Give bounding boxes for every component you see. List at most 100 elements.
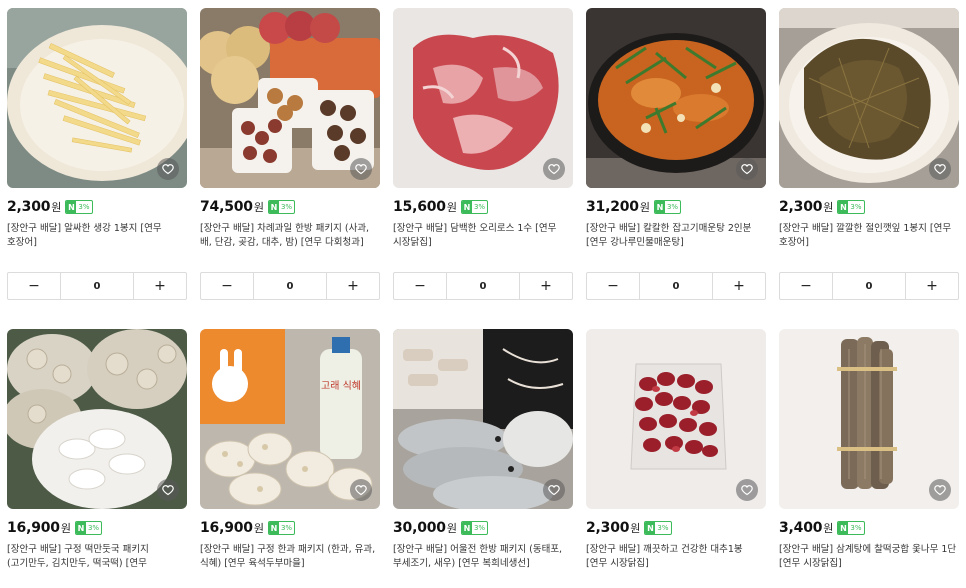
plus-button[interactable]: + — [520, 273, 572, 299]
minus-button[interactable]: − — [8, 273, 60, 299]
minus-button[interactable]: − — [201, 273, 253, 299]
product-card[interactable]: 30,000 원 N 3% [장안구 배달] 어울전 한방 패키지 (동태포, 부세… — [393, 329, 573, 571]
product-card[interactable]: 2,300 원 N 3% [장안구 배달] 깔깔한 절인깻잎 1봉지 [연무 호장어… — [779, 8, 959, 300]
npay-badge: N 3% — [644, 521, 672, 535]
product-title[interactable]: [장안구 배달] 어울전 한방 패키지 (동태포, 부세조기, 새우) [연무 … — [393, 543, 571, 571]
price-row: 15,600 원 N 3% — [393, 198, 573, 216]
product-card[interactable]: 15,600 원 N 3% [장안구 배달] 담백한 오리로스 1수 [연무 시장닭… — [393, 8, 573, 300]
like-heart-icon[interactable] — [350, 479, 372, 501]
product-image-jujube[interactable] — [586, 329, 766, 509]
price-row: 16,900 원 N 3% — [200, 519, 380, 537]
product-image-fish-package[interactable] — [393, 329, 573, 509]
quantity-value[interactable]: 0 — [60, 273, 134, 299]
minus-button[interactable]: − — [587, 273, 639, 299]
currency: 원 — [823, 201, 834, 214]
quantity-stepper: − 0 + — [586, 272, 766, 300]
npay-badge: N 3% — [267, 521, 296, 535]
product-card[interactable]: 2,300 원 N 3% [장안구 배달] 알싸한 생강 1봉지 [연무 호장어] … — [7, 8, 187, 300]
price: 16,900 — [7, 520, 60, 536]
like-heart-icon[interactable] — [543, 158, 565, 180]
npay-badge: N 3% — [460, 521, 489, 535]
product-image-perilla-leaves[interactable] — [779, 8, 959, 188]
product-title[interactable]: [장안구 배달] 칼칼한 잡고기매운탕 2인분 [연무 강나루민물매운탕] — [586, 222, 764, 250]
quantity-stepper: − 0 + — [200, 272, 380, 300]
npay-badge: N 3% — [74, 521, 103, 535]
npay-badge: N 3% — [837, 200, 865, 214]
price: 2,300 — [7, 199, 51, 215]
currency: 원 — [639, 201, 650, 214]
quantity-value[interactable]: 0 — [446, 273, 520, 299]
product-title[interactable]: [장안구 배달] 구정 한과 패키지 (한과, 유과, 식혜) [연무 육석두부… — [200, 543, 378, 571]
like-heart-icon[interactable] — [736, 158, 758, 180]
currency: 원 — [446, 522, 457, 535]
product-card[interactable]: 2,300 원 N 3% [장안구 배달] 깨끗하고 건강한 대추1봉 [연무 시장… — [586, 329, 766, 571]
product-image-spicy-stew[interactable] — [586, 8, 766, 188]
price: 2,300 — [779, 199, 823, 215]
like-heart-icon[interactable] — [157, 158, 179, 180]
price-row: 2,300 원 N 3% — [7, 198, 187, 216]
quantity-stepper: − 0 + — [7, 272, 187, 300]
currency: 원 — [823, 522, 834, 535]
product-image-hangwa[interactable]: 고래 식혜 — [200, 329, 380, 509]
product-image-fruit-package[interactable] — [200, 8, 380, 188]
price-row: 16,900 원 N 3% — [7, 519, 187, 537]
price-row: 31,200 원 N 3% — [586, 198, 766, 216]
price: 30,000 — [393, 520, 446, 536]
npay-badge: N 3% — [460, 200, 489, 214]
product-image-lacquer-tree[interactable] — [779, 329, 959, 509]
price-row: 2,300 원 N 3% — [586, 519, 766, 537]
product-title[interactable]: [장안구 배달] 알싸한 생강 1봉지 [연무 호장어] — [7, 222, 185, 250]
product-title[interactable]: [장안구 배달] 깔깔한 절인깻잎 1봉지 [연무 호장어] — [779, 222, 957, 250]
product-title[interactable]: [장안구 배달] 삼계탕에 찰떡궁합 옻나무 1단 [연무 시장닭집] — [779, 543, 957, 571]
quantity-value[interactable]: 0 — [832, 273, 906, 299]
product-card[interactable]: 3,400 원 N 3% [장안구 배달] 삼계탕에 찰떡궁합 옻나무 1단 [연무… — [779, 329, 959, 571]
price-row: 30,000 원 N 3% — [393, 519, 573, 537]
like-heart-icon[interactable] — [929, 479, 951, 501]
plus-button[interactable]: + — [713, 273, 765, 299]
price-row: 2,300 원 N 3% — [779, 198, 959, 216]
product-card[interactable]: 16,900 원 N 3% [장안구 배달] 구정 떡만둣국 패키지 (고기만두, … — [7, 329, 187, 571]
product-title[interactable]: [장안구 배달] 담백한 오리로스 1수 [연무 시장닭집] — [393, 222, 571, 250]
product-grid: 2,300 원 N 3% [장안구 배달] 알싸한 생강 1봉지 [연무 호장어] … — [0, 0, 966, 588]
like-heart-icon[interactable] — [543, 479, 565, 501]
plus-button[interactable]: + — [134, 273, 186, 299]
npay-badge: N 3% — [837, 521, 865, 535]
like-heart-icon[interactable] — [157, 479, 179, 501]
npay-badge: N 3% — [267, 200, 296, 214]
minus-button[interactable]: − — [780, 273, 832, 299]
minus-button[interactable]: − — [394, 273, 446, 299]
quantity-stepper: − 0 + — [393, 272, 573, 300]
currency: 원 — [446, 201, 457, 214]
npay-badge: N 3% — [653, 200, 682, 214]
product-card[interactable]: 74,500 원 N 3% [장안구 배달] 차례과일 한방 패키지 (사과, 배,… — [200, 8, 380, 300]
quantity-value[interactable]: 0 — [639, 273, 713, 299]
quantity-value[interactable]: 0 — [253, 273, 327, 299]
currency: 원 — [51, 201, 62, 214]
like-heart-icon[interactable] — [929, 158, 951, 180]
product-card[interactable]: 31,200 원 N 3% [장안구 배달] 칼칼한 잡고기매운탕 2인분 [연무 … — [586, 8, 766, 300]
quantity-stepper: − 0 + — [779, 272, 959, 300]
like-heart-icon[interactable] — [736, 479, 758, 501]
plus-button[interactable]: + — [906, 273, 958, 299]
currency: 원 — [630, 522, 641, 535]
currency: 원 — [253, 201, 264, 214]
price-row: 74,500 원 N 3% — [200, 198, 380, 216]
product-card[interactable]: 고래 식혜 16,900 원 N 3% [장안구 배달] 구정 한과 패키지 (한과… — [200, 329, 380, 571]
product-image-ginger[interactable] — [7, 8, 187, 188]
price: 2,300 — [586, 520, 630, 536]
price: 74,500 — [200, 199, 253, 215]
price: 15,600 — [393, 199, 446, 215]
currency: 원 — [60, 522, 71, 535]
price: 31,200 — [586, 199, 639, 215]
price: 3,400 — [779, 520, 823, 536]
product-title[interactable]: [장안구 배달] 구정 떡만둣국 패키지 (고기만두, 김치만두, 떡국떡) [… — [7, 543, 185, 571]
product-title[interactable]: [장안구 배달] 차례과일 한방 패키지 (사과, 배, 단감, 곶감, 대추,… — [200, 222, 378, 250]
price: 16,900 — [200, 520, 253, 536]
price-row: 3,400 원 N 3% — [779, 519, 959, 537]
product-title[interactable]: [장안구 배달] 깨끗하고 건강한 대추1봉 [연무 시장닭집] — [586, 543, 764, 571]
product-image-dumpling-rice-cake[interactable] — [7, 329, 187, 509]
plus-button[interactable]: + — [327, 273, 379, 299]
npay-badge: N 3% — [65, 200, 93, 214]
product-image-duck[interactable] — [393, 8, 573, 188]
like-heart-icon[interactable] — [350, 158, 372, 180]
